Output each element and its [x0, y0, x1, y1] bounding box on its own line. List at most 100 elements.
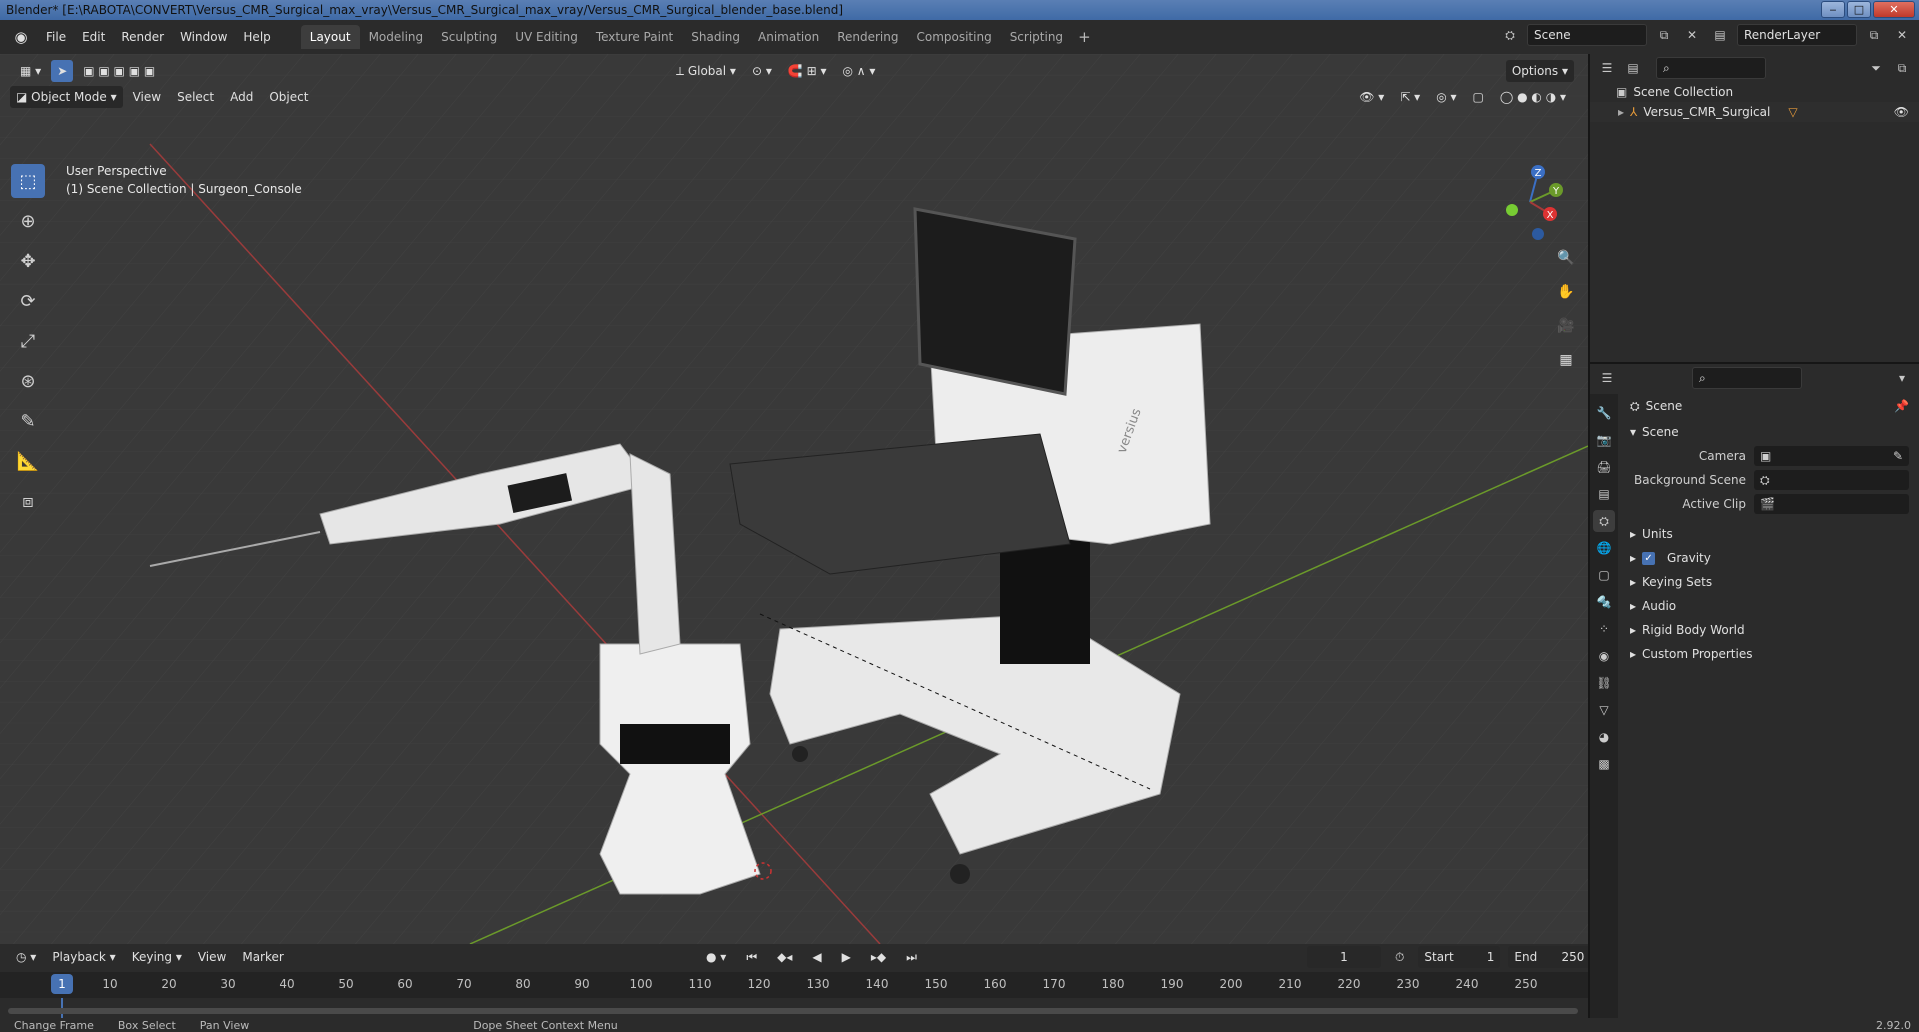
physics-tab-icon[interactable]: ◉ [1593, 645, 1615, 667]
tab-scripting[interactable]: Scripting [1001, 25, 1072, 49]
play-reverse-icon[interactable]: ◀ [806, 946, 827, 968]
display-mode-icon[interactable]: ▤ [1622, 57, 1644, 79]
modifier-tab-icon[interactable]: 🔩 [1593, 591, 1615, 613]
play-icon[interactable]: ▶ [836, 946, 857, 968]
properties-editor-type-icon[interactable]: ☰ [1596, 367, 1618, 389]
next-keyframe-icon[interactable]: ▸◆ [865, 946, 892, 968]
tab-rendering[interactable]: Rendering [828, 25, 907, 49]
transform-orientation-dropdown[interactable]: ⟂ Global ▾ [670, 60, 742, 82]
select-tool-icon[interactable]: ➤ [51, 60, 74, 82]
cursor-tool-icon[interactable]: ⊕ [11, 204, 45, 238]
menu-view[interactable]: View [127, 86, 167, 108]
eyedropper-icon[interactable]: ✎ [1893, 449, 1903, 463]
rigid-body-world-panel[interactable]: ▸ Rigid Body World [1624, 618, 1915, 642]
tool-tab-icon[interactable]: 🔧 [1593, 402, 1615, 424]
view-layer-tab-icon[interactable]: ▤ [1593, 483, 1615, 505]
constraints-tab-icon[interactable]: ⛓ [1593, 672, 1615, 694]
menu-object[interactable]: Object [263, 86, 314, 108]
perspective-toggle-icon[interactable]: ▦ [1552, 346, 1580, 374]
units-panel[interactable]: ▸ Units [1624, 522, 1915, 546]
end-frame-field[interactable]: End 250 [1508, 946, 1591, 968]
scene-tab-icon[interactable]: ⛭ [1593, 510, 1615, 532]
measure-tool-icon[interactable]: 📐 [11, 444, 45, 478]
particles-tab-icon[interactable]: ⁘ [1593, 618, 1615, 640]
render-tab-icon[interactable]: 📷 [1593, 429, 1615, 451]
gravity-panel[interactable]: ▸ ✓ Gravity [1624, 546, 1915, 570]
properties-options-icon[interactable]: ▾ [1891, 367, 1913, 389]
prev-keyframe-icon[interactable]: ◆◂ [771, 946, 798, 968]
menu-add[interactable]: Add [224, 86, 259, 108]
frame-ruler[interactable]: 1 10 20 30 40 50 60 70 80 90 100 110 120 130 140 150 16… [0, 972, 1588, 998]
xray-icon[interactable]: ▢ [1467, 86, 1490, 108]
tab-texture-paint[interactable]: Texture Paint [587, 25, 682, 49]
tab-layout[interactable]: Layout [300, 25, 360, 49]
shading-modes-icon[interactable]: ◯ ● ◐ ◑ ▾ [1494, 86, 1572, 108]
outliner-search-input[interactable]: ⌕ [1656, 57, 1766, 79]
zoom-icon[interactable]: 🔍 [1552, 244, 1580, 272]
object-tab-icon[interactable]: ▢ [1593, 564, 1615, 586]
visibility-icon[interactable]: 👁 ▾ [1353, 86, 1390, 108]
timeline-menu-marker[interactable]: Marker [236, 946, 289, 968]
keying-sets-panel[interactable]: ▸ Keying Sets [1624, 570, 1915, 594]
tab-compositing[interactable]: Compositing [907, 25, 1000, 49]
timeline-scrollbar[interactable] [8, 1008, 1578, 1014]
select-box-tool-icon[interactable]: ⬚ [11, 164, 45, 198]
snap-icon[interactable]: 🧲 ⊞ ▾ [782, 60, 833, 82]
playhead[interactable]: 1 [51, 974, 73, 994]
minimize-button[interactable]: ‒ [1821, 1, 1845, 18]
delete-scene-icon[interactable]: ✕ [1681, 24, 1703, 46]
output-tab-icon[interactable]: 🖨 [1593, 456, 1615, 478]
pan-hand-icon[interactable]: ✋ [1552, 278, 1580, 306]
gravity-checkbox[interactable]: ✓ [1642, 551, 1656, 565]
close-button[interactable]: ✕ [1873, 1, 1915, 18]
tab-animation[interactable]: Animation [749, 25, 828, 49]
transform-tool-icon[interactable]: ⊛ [11, 364, 45, 398]
menu-render[interactable]: Render [113, 24, 172, 50]
start-frame-field[interactable]: Start 1 [1418, 946, 1501, 968]
pivot-point-icon[interactable]: ⊙ ▾ [746, 60, 778, 82]
menu-help[interactable]: Help [235, 24, 278, 50]
camera-field[interactable]: ▣ ✎ [1754, 446, 1909, 466]
maximize-button[interactable]: □ [1847, 1, 1871, 18]
custom-properties-panel[interactable]: ▸ Custom Properties [1624, 642, 1915, 666]
delete-view-layer-icon[interactable]: ✕ [1891, 24, 1913, 46]
outliner-row-object[interactable]: ▸ ⅄ Versus_CMR_Surgical ▽ 👁 [1590, 102, 1919, 122]
options-dropdown[interactable]: Options ▾ [1505, 60, 1574, 82]
tab-shading[interactable]: Shading [682, 25, 749, 49]
move-tool-icon[interactable]: ✥ [11, 244, 45, 278]
texture-tab-icon[interactable]: ▩ [1593, 753, 1615, 775]
jump-start-icon[interactable]: ⏮ [740, 946, 763, 968]
pin-icon[interactable]: 📌 [1894, 399, 1909, 413]
active-clip-field[interactable]: 🎬 [1754, 494, 1909, 514]
add-cube-tool-icon[interactable]: ⧈ [11, 484, 45, 518]
outliner-editor-type-icon[interactable]: ☰ [1596, 57, 1618, 79]
outliner[interactable]: ☰ ▤ ⌕ ⏷ ⧉ ▣ Scene Collection ▸ ⅄ Versus_… [1588, 54, 1919, 362]
menu-window[interactable]: Window [172, 24, 235, 50]
render-layer-field[interactable]: RenderLayer [1737, 24, 1857, 46]
timeline-editor-type-icon[interactable]: ◷ ▾ [10, 946, 42, 968]
overlays-icon[interactable]: ◎ ▾ [1430, 86, 1462, 108]
properties-editor[interactable]: ☰ ⌕ ▾ 🔧 📷 🖨 ▤ ⛭ 🌐 ▢ 🔩 ⁘ ◉ ⛓ ▽ ◕ ▩ ⛭ Scen… [1588, 362, 1919, 1020]
world-tab-icon[interactable]: 🌐 [1593, 537, 1615, 559]
material-tab-icon[interactable]: ◕ [1593, 726, 1615, 748]
scale-tool-icon[interactable]: ⤢ [11, 324, 45, 358]
new-view-layer-icon[interactable]: ⧉ [1863, 24, 1885, 46]
timeline-menu-view[interactable]: View [192, 946, 232, 968]
select-mode-icons[interactable]: ▣ ▣ ▣ ▣ ▣ [77, 60, 161, 82]
auto-keying-icon[interactable]: ● ▾ [700, 946, 732, 968]
tab-modeling[interactable]: Modeling [360, 25, 433, 49]
tab-sculpting[interactable]: Sculpting [432, 25, 506, 49]
menu-edit[interactable]: Edit [74, 24, 113, 50]
data-tab-icon[interactable]: ▽ [1593, 699, 1615, 721]
playback-dropdown[interactable]: Playback ▾ [46, 946, 121, 968]
blender-logo-icon[interactable]: ◉ [10, 26, 32, 48]
proportional-edit-icon[interactable]: ◎ ∧ ▾ [837, 60, 882, 82]
add-workspace-button[interactable]: + [1072, 28, 1097, 46]
camera-view-icon[interactable]: 🎥 [1552, 312, 1580, 340]
background-scene-field[interactable]: ⛭ [1754, 470, 1909, 490]
tab-uv-editing[interactable]: UV Editing [506, 25, 587, 49]
properties-search-input[interactable]: ⌕ [1692, 367, 1802, 389]
3d-viewport[interactable]: versius ▦ ▾ ➤ ▣ ▣ ▣ ▣ ▣ ⟂ Global ▾ ⊙ ▾ 🧲… [0, 54, 1588, 944]
menu-file[interactable]: File [38, 24, 74, 50]
visibility-eye-icon[interactable]: 👁 [1894, 105, 1909, 119]
